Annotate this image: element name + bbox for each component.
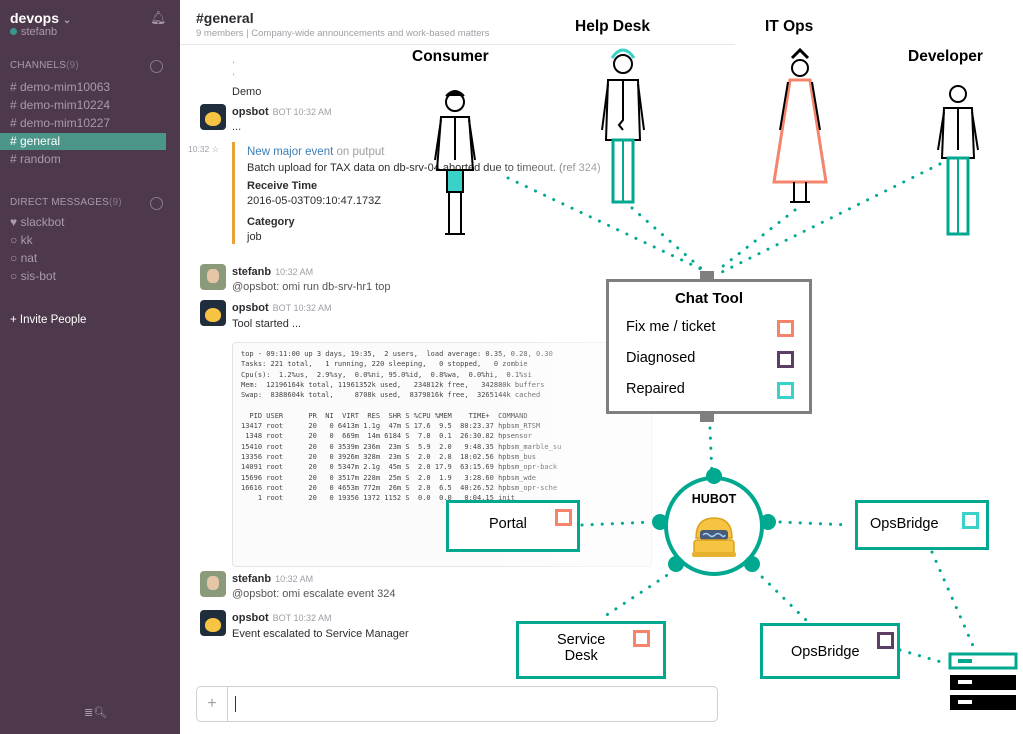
connector-bottom-server bbox=[898, 648, 950, 666]
attachment-title[interactable]: New major event on putput bbox=[247, 146, 384, 158]
message-author[interactable]: stefanb 10:32 AM bbox=[232, 266, 313, 278]
connector-opsbridge-server bbox=[930, 550, 976, 650]
service-desk-label: Service Desk bbox=[557, 632, 606, 664]
dm-item[interactable]: ○ sis-bot bbox=[0, 268, 166, 285]
avatar[interactable] bbox=[200, 300, 226, 326]
opsbridge-node-bottom: OpsBridge bbox=[760, 623, 900, 679]
current-user: stefanb bbox=[10, 26, 57, 38]
connector-tab bbox=[700, 414, 714, 422]
persona-label-itops: IT Ops bbox=[765, 18, 814, 35]
status-label-diagnosed: Diagnosed bbox=[626, 350, 696, 366]
message-text: @opsbot: omi escalate event 324 bbox=[232, 588, 396, 600]
message-author[interactable]: opsbot BOT 10:32 AM bbox=[232, 612, 332, 624]
opsbridge-status-square bbox=[877, 632, 894, 649]
hubot-port bbox=[760, 514, 776, 530]
attachment-field-value: 2016-05-03T09:10:47.173Z bbox=[247, 195, 381, 207]
add-dm-icon[interactable] bbox=[150, 197, 163, 210]
text-cursor bbox=[235, 696, 236, 712]
persona-label-helpdesk: Help Desk bbox=[575, 18, 650, 35]
opsbridge-node-right: OpsBridge bbox=[855, 500, 989, 550]
opsbridge-status-square bbox=[962, 512, 979, 529]
hubot-port bbox=[652, 514, 668, 530]
service-desk-node: Service Desk bbox=[516, 621, 666, 679]
avatar[interactable] bbox=[200, 571, 226, 597]
avatar[interactable] bbox=[200, 104, 226, 130]
service-desk-status-square bbox=[633, 630, 650, 647]
avatar[interactable] bbox=[200, 264, 226, 290]
status-label-fix: Fix me / ticket bbox=[626, 319, 716, 335]
portal-status-square bbox=[555, 509, 572, 526]
chat-tool-title: Chat Tool bbox=[674, 290, 744, 307]
chevron-down-icon: ⌄ bbox=[62, 15, 72, 26]
attachment-bar bbox=[232, 142, 235, 244]
search-icon[interactable]: ≣🔍︎ bbox=[84, 706, 107, 719]
developer-figure bbox=[937, 85, 979, 236]
invite-people-link[interactable]: + Invite People bbox=[10, 314, 86, 326]
attach-file-button[interactable]: + bbox=[197, 687, 228, 721]
status-square-fix bbox=[777, 320, 794, 337]
channel-item[interactable]: # demo-mim10224 bbox=[0, 97, 166, 114]
connector-tab bbox=[700, 271, 714, 279]
channel-item[interactable]: # random bbox=[0, 151, 166, 168]
opsbridge-label: OpsBridge bbox=[870, 516, 939, 532]
message-text: Demo bbox=[232, 86, 262, 98]
attachment-field-label: Category bbox=[247, 216, 295, 228]
message-text: . bbox=[232, 66, 236, 78]
avatar[interactable] bbox=[200, 610, 226, 636]
message-text: Tool started ... bbox=[232, 318, 302, 330]
channels-header[interactable]: CHANNELS(9) bbox=[10, 60, 79, 71]
opsbridge-label: OpsBridge bbox=[791, 644, 860, 660]
message-author[interactable]: opsbot BOT 10:32 AM bbox=[232, 106, 332, 118]
message-author[interactable]: opsbot BOT 10:32 AM bbox=[232, 302, 332, 314]
channel-item-active[interactable]: # general bbox=[0, 133, 166, 150]
direct-messages-header[interactable]: DIRECT MESSAGES(9) bbox=[10, 197, 122, 208]
persona-label-developer: Developer bbox=[908, 48, 983, 65]
dm-item[interactable]: ○ nat bbox=[0, 250, 166, 267]
hubot-robot-icon bbox=[692, 517, 736, 557]
message-text: . bbox=[232, 54, 236, 66]
hubot-port bbox=[744, 556, 760, 572]
status-square-repaired bbox=[777, 382, 794, 399]
message-input[interactable]: + bbox=[196, 686, 718, 722]
hubot-label: HUBOT bbox=[691, 492, 737, 506]
attachment-field-value: job bbox=[247, 231, 262, 243]
hubot-port bbox=[668, 556, 684, 572]
message-text: ... bbox=[232, 121, 242, 133]
slack-sidebar: devops ⌄ stefanb 🔔︎ CHANNELS(9) # demo-m… bbox=[0, 0, 180, 734]
attachment-field-label: Receive Time bbox=[247, 180, 318, 192]
message-text: Event escalated to Service Manager bbox=[232, 628, 409, 640]
dm-item[interactable]: ♥ slackbot bbox=[0, 214, 166, 231]
chat-tool-box: Chat Tool Fix me / ticket Diagnosed Repa… bbox=[606, 279, 812, 414]
dm-item[interactable]: ○ kk bbox=[0, 232, 166, 249]
status-square-diagnosed bbox=[777, 351, 794, 368]
message-text: @opsbot: omi run db-srv-hr1 top bbox=[232, 281, 391, 293]
portal-node: Portal bbox=[446, 500, 580, 552]
channel-item[interactable]: # demo-mim10227 bbox=[0, 115, 166, 132]
presence-icon bbox=[10, 28, 17, 35]
bell-icon[interactable]: 🔔︎ bbox=[150, 10, 167, 26]
channel-meta: 9 members | Company-wide announcements a… bbox=[196, 28, 490, 39]
persona-label-consumer: Consumer bbox=[412, 48, 489, 65]
message-timestamp[interactable]: 10:32 ☆ bbox=[188, 144, 219, 155]
message-author[interactable]: stefanb 10:32 AM bbox=[232, 573, 313, 585]
hubot-port bbox=[706, 468, 722, 484]
team-name[interactable]: devops ⌄ bbox=[10, 10, 71, 26]
server-icon bbox=[948, 652, 1018, 710]
portal-label: Portal bbox=[489, 516, 527, 532]
channel-title: #general bbox=[196, 10, 254, 26]
channel-item[interactable]: # demo-mim10063 bbox=[0, 79, 166, 96]
status-label-repaired: Repaired bbox=[626, 381, 685, 397]
add-channel-icon[interactable] bbox=[150, 60, 163, 73]
